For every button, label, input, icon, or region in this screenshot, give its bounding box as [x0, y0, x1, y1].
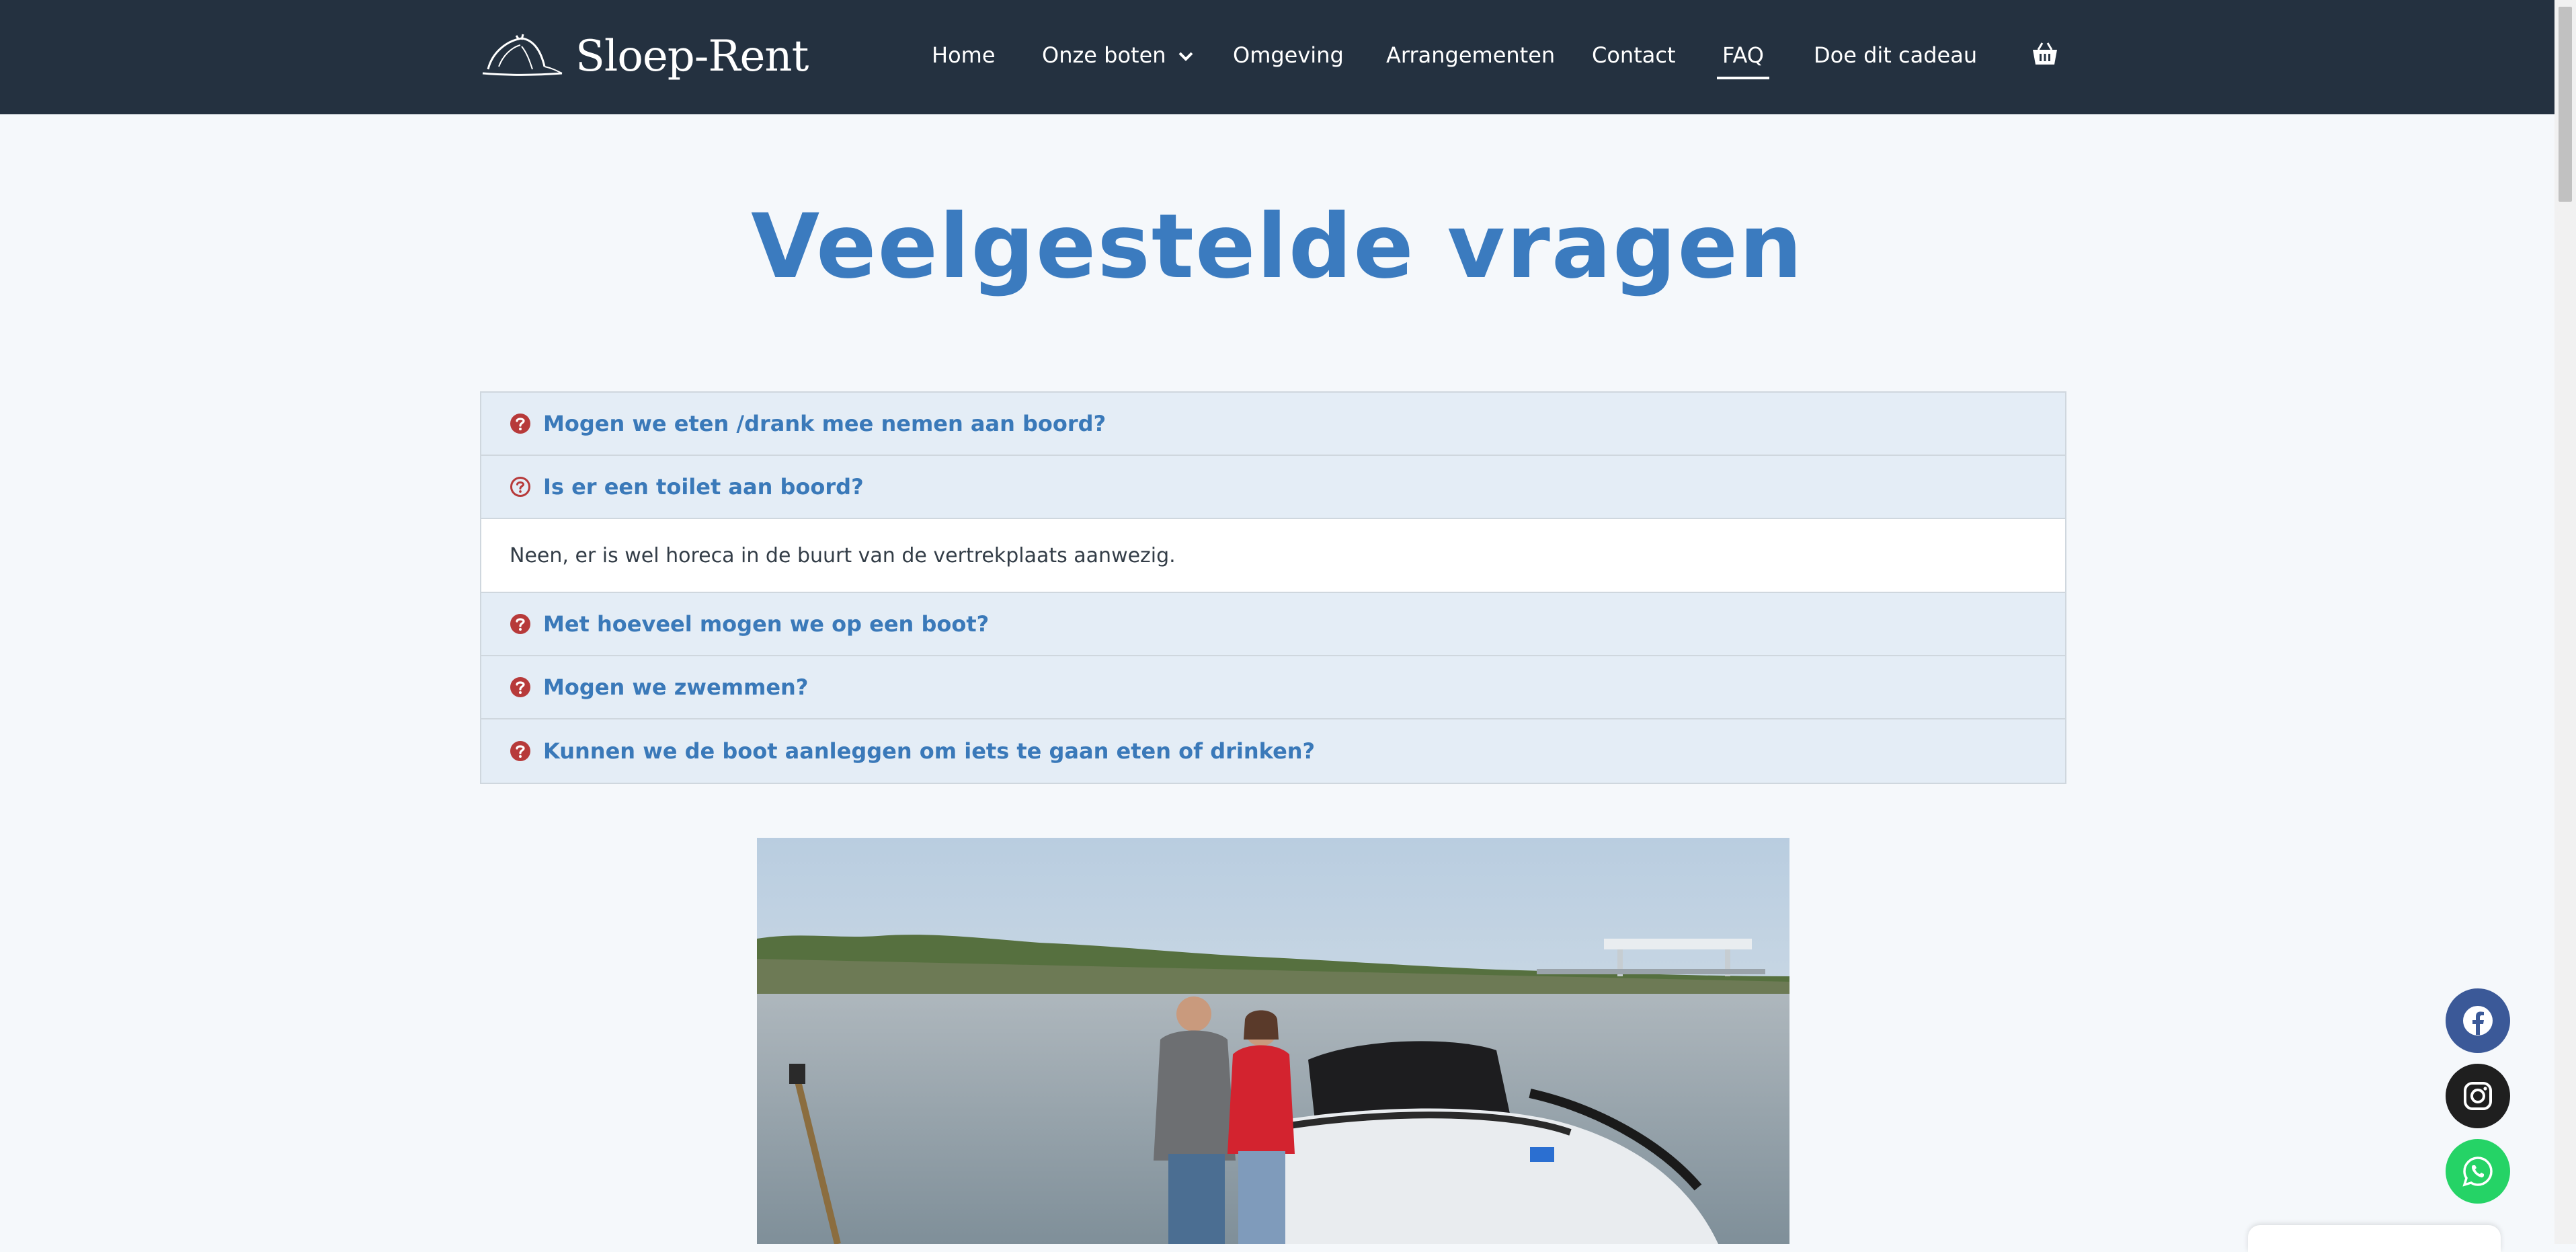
question-circle-icon [510, 414, 530, 434]
question-circle-icon [510, 677, 530, 697]
faq-question-text: Kunnen we de boot aanleggen om iets te g… [543, 738, 1316, 764]
faq-question-4[interactable]: Mogen we zwemmen? [481, 656, 2065, 719]
faq-question-5[interactable]: Kunnen we de boot aanleggen om iets te g… [481, 719, 2065, 783]
boat-photo [757, 838, 1789, 1244]
faq-answer-2: Neen, er is wel horeca in de buurt van d… [481, 519, 2065, 593]
basket-icon[interactable] [2030, 39, 2060, 69]
boat-logo-icon [482, 34, 563, 76]
site-header: Sloep-Rent Home Onze boten Omgeving Arra… [0, 0, 2554, 114]
whatsapp-icon [2462, 1157, 2493, 1187]
chat-widget-tab[interactable] [2248, 1225, 2501, 1252]
page-title: Veelgestelde vragen [751, 195, 1804, 299]
faq-question-text: Mogen we eten /drank mee nemen aan boord… [543, 411, 1106, 436]
facebook-button[interactable] [2446, 988, 2510, 1053]
facebook-icon [2463, 1006, 2493, 1035]
faq-accordion: Mogen we eten /drank mee nemen aan boord… [480, 391, 2066, 784]
nav-onze-boten-label: Onze boten [1042, 42, 1166, 68]
question-circle-icon [510, 741, 530, 761]
faq-question-3[interactable]: Met hoeveel mogen we op een boot? [481, 593, 2065, 656]
faq-question-text: Is er een toilet aan boord? [543, 474, 864, 500]
question-circle-outline-icon [510, 477, 530, 497]
instagram-icon [2464, 1082, 2492, 1110]
faq-question-1[interactable]: Mogen we eten /drank mee nemen aan boord… [481, 393, 2065, 456]
nav-home[interactable]: Home [932, 39, 996, 71]
question-circle-icon [510, 614, 530, 634]
logo[interactable]: Sloep-Rent [479, 24, 809, 89]
whatsapp-button[interactable] [2446, 1139, 2510, 1204]
nav-arrangementen[interactable]: Arrangementen [1386, 39, 1555, 71]
nav-faq[interactable]: FAQ [1717, 39, 1769, 79]
instagram-button[interactable] [2446, 1064, 2510, 1128]
scrollbar-thumb[interactable] [2559, 7, 2572, 202]
nav-doe-dit-cadeau[interactable]: Doe dit cadeau [1814, 39, 1977, 71]
faq-question-text: Mogen we zwemmen? [543, 674, 809, 700]
faq-question-text: Met hoeveel mogen we op een boot? [543, 611, 990, 637]
faq-question-2[interactable]: Is er een toilet aan boord? [481, 456, 2065, 519]
nav-contact[interactable]: Contact [1592, 39, 1676, 71]
brand-name: Sloep-Rent [575, 32, 809, 81]
chevron-down-icon [1178, 52, 1193, 61]
nav-omgeving[interactable]: Omgeving [1233, 39, 1344, 71]
page-scrollbar[interactable] [2554, 0, 2576, 1244]
nav-onze-boten[interactable]: Onze boten [1042, 39, 1193, 71]
